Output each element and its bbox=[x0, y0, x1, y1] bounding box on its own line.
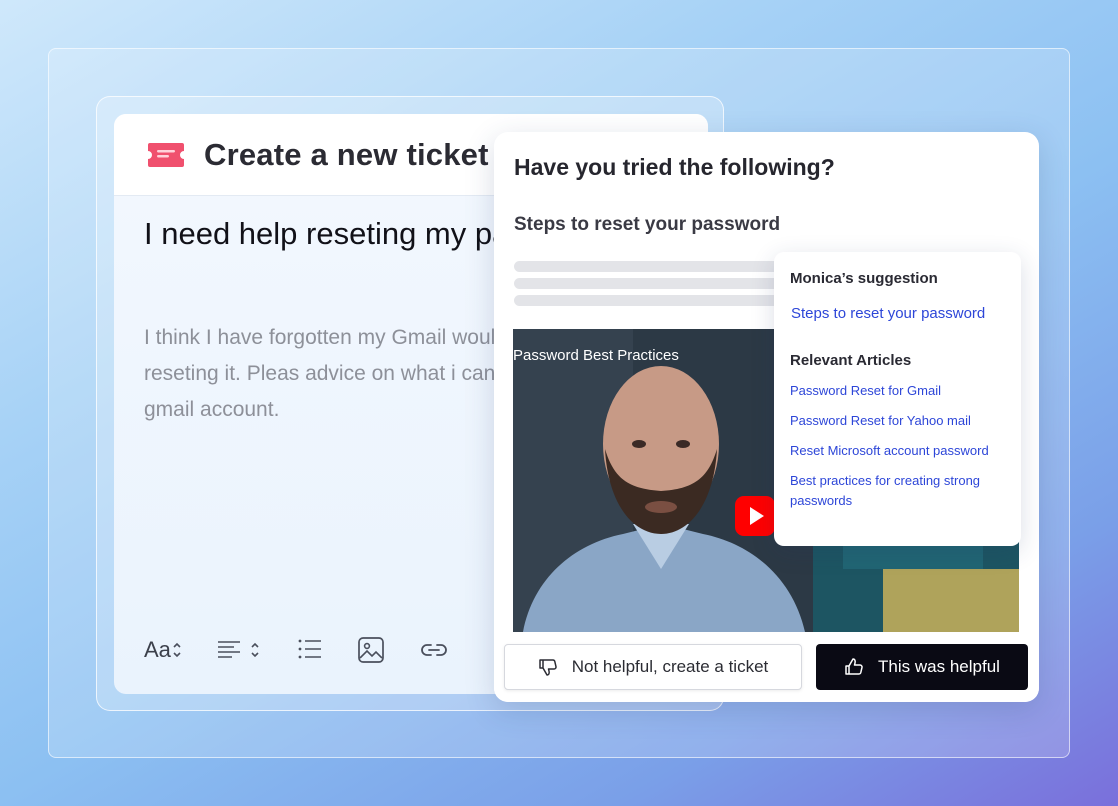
font-label: Aa bbox=[144, 637, 171, 662]
article-link-yahoo[interactable]: Password Reset for Yahoo mail bbox=[790, 411, 1005, 431]
align-left-icon bbox=[217, 641, 240, 658]
formatting-toolbar: Aa bbox=[144, 636, 483, 664]
relevant-articles-heading: Relevant Articles bbox=[790, 352, 912, 369]
bullet-list-button[interactable] bbox=[297, 637, 323, 663]
suggested-link-reset-password[interactable]: Steps to reset your password bbox=[791, 305, 1005, 322]
image-icon bbox=[358, 637, 384, 663]
text-placeholder-line bbox=[514, 295, 804, 306]
suggestion-footer: Not helpful, create a ticket This was he… bbox=[494, 632, 1039, 702]
thumbs-up-icon bbox=[845, 658, 863, 675]
font-size-dropdown[interactable]: Aa bbox=[144, 637, 183, 663]
not-helpful-button[interactable]: Not helpful, create a ticket bbox=[504, 644, 802, 690]
article-link-gmail[interactable]: Password Reset for Gmail bbox=[790, 381, 1005, 401]
link-icon bbox=[421, 644, 447, 656]
page-title: Create a new ticket bbox=[204, 136, 489, 172]
not-helpful-label: Not helpful, create a ticket bbox=[571, 657, 769, 676]
insert-link-button[interactable] bbox=[419, 640, 449, 660]
text-placeholder-line bbox=[514, 261, 804, 272]
suggestion-subtitle: Steps to reset your password bbox=[514, 214, 781, 235]
helpful-button[interactable]: This was helpful bbox=[816, 644, 1028, 690]
text-placeholder-line bbox=[514, 278, 804, 289]
play-icon[interactable] bbox=[735, 496, 775, 536]
monica-suggestion-popover: Monica’s suggestion Steps to reset your … bbox=[774, 252, 1021, 546]
align-dropdown[interactable] bbox=[217, 639, 263, 661]
video-title: Password Best Practices bbox=[513, 347, 679, 364]
suggestion-title: Have you tried the following? bbox=[514, 154, 835, 180]
helpful-label: This was helpful bbox=[878, 657, 1000, 676]
list-icon bbox=[298, 639, 321, 659]
insert-image-button[interactable] bbox=[357, 636, 385, 664]
chevron-updown-icon bbox=[173, 642, 181, 658]
ticket-icon bbox=[148, 142, 184, 167]
thumbs-down-icon bbox=[538, 659, 557, 676]
article-link-microsoft[interactable]: Reset Microsoft account password bbox=[790, 441, 1005, 461]
article-link-best-practices[interactable]: Best practices for creating strong passw… bbox=[790, 471, 1005, 511]
monica-heading: Monica’s suggestion bbox=[790, 270, 938, 287]
chevron-updown-icon bbox=[251, 642, 259, 658]
